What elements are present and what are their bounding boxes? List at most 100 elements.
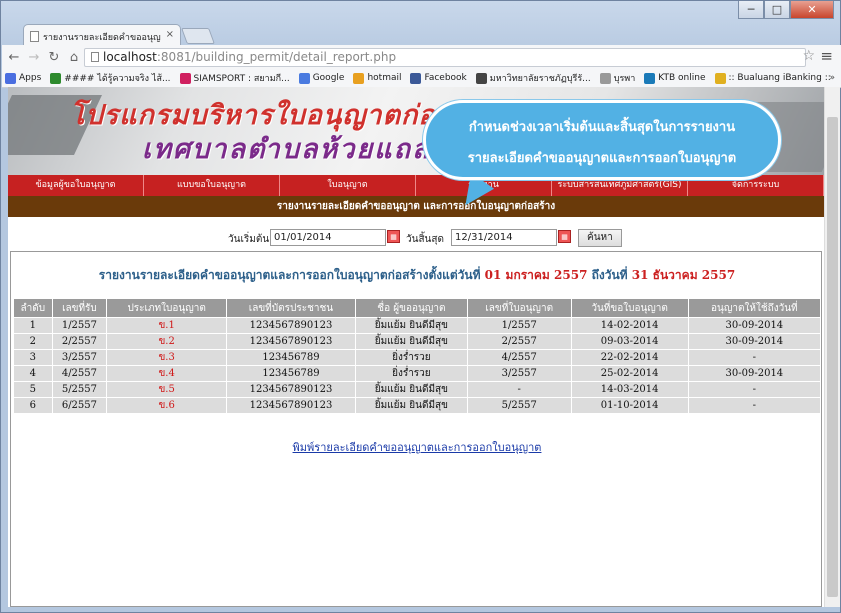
- table-cell: 3: [13, 349, 53, 366]
- tab-close-icon[interactable]: ×: [166, 29, 174, 40]
- calendar-icon[interactable]: ▦: [558, 230, 571, 243]
- end-date-input[interactable]: [451, 229, 557, 246]
- table-cell: ยิ้มแย้ม ยินดีมีสุข: [354, 381, 468, 398]
- back-arrow-icon[interactable]: ←: [4, 50, 24, 65]
- reload-icon[interactable]: ↻: [44, 50, 64, 65]
- table-cell[interactable]: ข.1: [106, 317, 228, 334]
- report-title-prefix: รายงานรายละเอียดคำขออนุญาตและการออกใบอนุ…: [98, 268, 481, 282]
- report-to-text: ถึงวันที่: [591, 268, 628, 282]
- table-cell: 4: [13, 365, 53, 382]
- print-report-link[interactable]: พิมพ์รายละเอียดคำขออนุญาตและการออกใบอนุญ…: [11, 438, 823, 456]
- table-cell: 6/2557: [51, 397, 108, 414]
- bookmark-label: บุรพา: [613, 74, 636, 84]
- page-icon: [91, 52, 99, 62]
- table-cell: 1234567890123: [226, 333, 356, 350]
- bookmark-item[interactable]: Apps: [5, 72, 41, 84]
- table-cell: 30-09-2014: [687, 365, 822, 382]
- report-panel: รายงานรายละเอียดคำขออนุญาตและการออกใบอนุ…: [10, 251, 822, 607]
- table-cell: -: [687, 381, 822, 398]
- column-header: ชื่อ ผู้ขออนุญาต: [354, 298, 468, 318]
- column-header: ลำดับ: [13, 298, 53, 318]
- end-date-label: วันสิ้นสุด: [406, 234, 444, 245]
- bookmark-item[interactable]: hotmail: [353, 72, 402, 84]
- table-cell: 25-02-2014: [570, 365, 689, 382]
- bookmark-star-icon[interactable]: ☆: [802, 48, 815, 64]
- table-cell: ยิ้มแย้ม ยินดีมีสุข: [354, 397, 468, 414]
- bookmark-item[interactable]: มหาวิทยาลัยราชภัฏบุรีรั...: [475, 71, 591, 85]
- browser-tab[interactable]: รายงานรายละเอียดคำขออนุญ ×: [23, 24, 181, 46]
- start-date-label: วันเริ่มต้น: [228, 234, 270, 245]
- callout-line2: รายละเอียดคำขออนุญาตและการออกใบอนุญาต: [467, 151, 737, 166]
- table-cell: 5/2557: [51, 381, 108, 398]
- table-cell[interactable]: ข.3: [106, 349, 228, 366]
- table-cell: 3/2557: [51, 349, 108, 366]
- bookmark-label: hotmail: [367, 73, 402, 83]
- column-header: เลขที่บัตรประชาชน: [226, 298, 356, 318]
- bookmark-item[interactable]: Facebook: [410, 72, 467, 84]
- bookmark-item[interactable]: Google: [298, 72, 345, 84]
- callout-bubble: กำหนดช่วงเวลาเริ่มต้นและสิ้นสุดในการรายง…: [423, 100, 781, 180]
- table-cell: -: [687, 397, 822, 414]
- table-cell[interactable]: ข.6: [106, 397, 228, 414]
- page-icon: [30, 31, 39, 42]
- table-cell: 14-03-2014: [570, 381, 689, 398]
- menu-item[interactable]: แบบขอใบอนุญาต: [144, 175, 280, 196]
- table-cell: 4/2557: [51, 365, 108, 382]
- table-cell: 2/2557: [466, 333, 572, 350]
- menu-icon[interactable]: ≡: [820, 47, 833, 65]
- menu-item[interactable]: ข้อมูลผู้ขอใบอนุญาต: [8, 175, 144, 196]
- callout-line1: กำหนดช่วงเวลาเริ่มต้นและสิ้นสุดในการรายง…: [468, 120, 736, 135]
- table-row: 2 2/2557 ข.2 1234567890123 ยิ้มแย้ม ยินดีมีส…: [13, 333, 822, 350]
- new-tab-button[interactable]: [181, 28, 215, 44]
- bookmark-item[interactable]: :: Bualuang iBanking ::: [714, 72, 831, 84]
- close-window-button[interactable]: ✕: [790, 1, 834, 19]
- search-button[interactable]: ค้นหา: [578, 229, 622, 247]
- bookmark-item[interactable]: บุรพา: [599, 71, 636, 85]
- table-cell: -: [687, 349, 822, 366]
- table-cell: -: [466, 381, 572, 398]
- bookmark-item[interactable]: #### ได้รู้ความจริง ไส้...: [50, 71, 171, 85]
- calendar-icon[interactable]: ▦: [387, 230, 400, 243]
- bualuang-icon: [714, 72, 726, 84]
- column-header: เลขที่รับ: [51, 298, 108, 318]
- university-icon: [475, 72, 487, 84]
- table-cell: 3/2557: [466, 365, 572, 382]
- bookmark-item[interactable]: KTB online: [644, 72, 706, 84]
- table-cell: 5: [13, 381, 53, 398]
- vertical-scrollbar[interactable]: [824, 87, 840, 607]
- address-bar[interactable]: localhost:8081/building_permit/detail_re…: [84, 48, 806, 67]
- bookmark-label: Facebook: [424, 73, 467, 83]
- table-cell[interactable]: ข.5: [106, 381, 228, 398]
- home-icon[interactable]: ⌂: [64, 50, 84, 65]
- table-cell: 6: [13, 397, 53, 414]
- bookmark-item[interactable]: SIAMSPORT : สยามกี...: [179, 71, 290, 85]
- table-cell: 1/2557: [51, 317, 108, 334]
- table-header-row: ลำดับ เลขที่รับ ประเภทใบอนุญาต เลขที่บัตรปร…: [13, 298, 822, 318]
- table-cell: 01-10-2014: [570, 397, 689, 414]
- start-date-input[interactable]: [270, 229, 386, 246]
- bookmark-label: Google: [312, 73, 345, 83]
- table-cell: 4/2557: [466, 349, 572, 366]
- table-cell: 1234567890123: [226, 397, 356, 414]
- date-filter: วันเริ่มต้น ▦ วันสิ้นสุด ▦ ค้นหา: [8, 217, 824, 249]
- municipality-title: เทศบาลตำบลห้วยแถลง: [142, 134, 446, 165]
- menu-item[interactable]: ใบอนุญาต: [280, 175, 416, 196]
- bookmark-label: :: Bualuang iBanking ::: [728, 73, 831, 83]
- scrollbar-thumb[interactable]: [827, 117, 838, 597]
- table-cell: 123456789: [226, 365, 356, 382]
- column-header: อนุญาตให้ใช้ถึงวันที่: [687, 298, 822, 318]
- table-cell[interactable]: ข.4: [106, 365, 228, 382]
- report-date-from: 01 มกราคม 2557: [484, 268, 588, 282]
- column-header: ประเภทใบอนุญาต: [106, 298, 228, 318]
- google-icon: [298, 72, 310, 84]
- maximize-button[interactable]: □: [764, 1, 790, 19]
- ktb-icon: [644, 72, 656, 84]
- table-cell: 1: [13, 317, 53, 334]
- forward-arrow-icon[interactable]: →: [24, 50, 44, 65]
- table-cell: 2: [13, 333, 53, 350]
- table-cell[interactable]: ข.2: [106, 333, 228, 350]
- table-cell: 1234567890123: [226, 381, 356, 398]
- minimize-button[interactable]: ─: [738, 1, 764, 19]
- table-row: 1 1/2557 ข.1 1234567890123 ยิ้มแย้ม ยินดีมีส…: [13, 317, 822, 334]
- more-bookmarks-icon[interactable]: »: [829, 73, 835, 83]
